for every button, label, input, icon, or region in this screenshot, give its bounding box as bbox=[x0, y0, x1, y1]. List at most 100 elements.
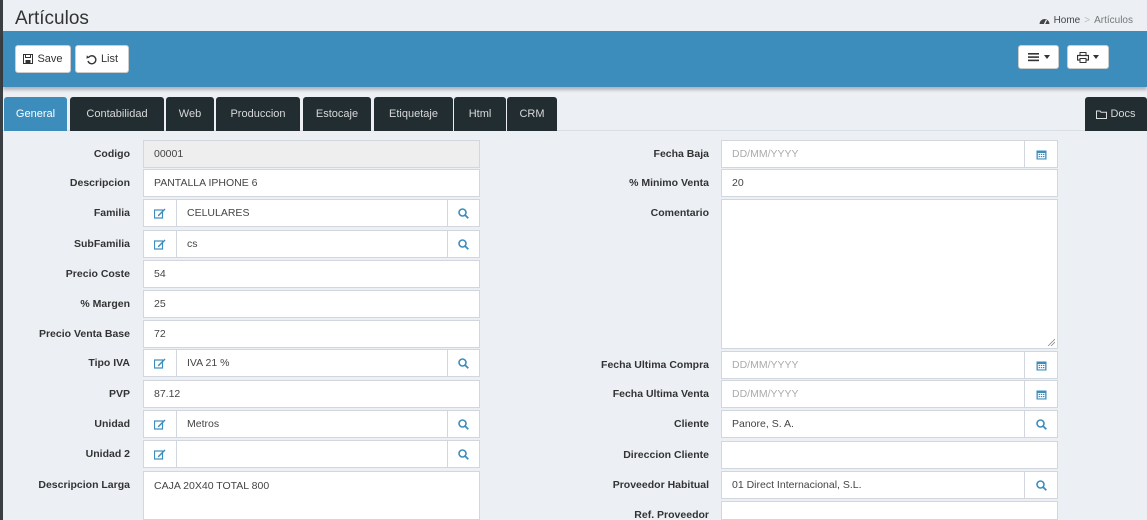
print-dropdown-button[interactable] bbox=[1067, 45, 1109, 69]
resize-grip-icon[interactable] bbox=[1047, 338, 1055, 346]
fecha-baja-calendar-button[interactable] bbox=[1024, 140, 1058, 168]
tab-general[interactable]: General bbox=[4, 97, 67, 131]
descripcion-larga-label: Descripcion Larga bbox=[38, 479, 130, 491]
precio-venta-base-label: Precio Venta Base bbox=[38, 328, 130, 340]
margen-label: % Margen bbox=[80, 298, 130, 310]
tab-etiquetaje[interactable]: Etiquetaje bbox=[374, 97, 453, 131]
edit-icon bbox=[154, 208, 166, 219]
unidad-2-field[interactable] bbox=[176, 440, 448, 468]
print-icon bbox=[1077, 51, 1089, 63]
edit-icon bbox=[154, 358, 166, 369]
precio-venta-base-field[interactable]: 72 bbox=[143, 320, 480, 348]
docs-label: Docs bbox=[1110, 108, 1136, 120]
search-icon bbox=[1035, 418, 1047, 430]
edit-icon bbox=[154, 239, 166, 250]
familia-field[interactable]: CELULARES bbox=[176, 199, 448, 227]
unidad-edit-button[interactable] bbox=[143, 410, 177, 438]
comentario-label: Comentario bbox=[650, 207, 709, 219]
comentario-textarea[interactable] bbox=[721, 199, 1058, 349]
fecha-ultima-compra-label: Fecha Ultima Compra bbox=[601, 359, 709, 371]
proveedor-habitual-label: Proveedor Habitual bbox=[612, 479, 709, 491]
folder-icon bbox=[1096, 110, 1108, 119]
list-menu-icon bbox=[1027, 53, 1039, 62]
fecha-ultima-venta-label: Fecha Ultima Venta bbox=[612, 388, 709, 400]
save-icon bbox=[23, 54, 34, 64]
tipo-iva-edit-button[interactable] bbox=[143, 349, 177, 377]
ref-proveedor-label: Ref. Proveedor bbox=[634, 509, 709, 520]
fecha-ultima-venta-field[interactable]: DD/MM/YYYY bbox=[721, 380, 1026, 408]
fecha-ultima-compra-calendar-button[interactable] bbox=[1024, 351, 1058, 379]
minimo-venta-label: % Minimo Venta bbox=[629, 177, 709, 189]
undo-icon bbox=[86, 54, 97, 64]
codigo-field[interactable]: 00001 bbox=[143, 140, 480, 168]
tipo-iva-label: Tipo IVA bbox=[88, 357, 130, 369]
save-button[interactable]: Save bbox=[15, 45, 71, 73]
fecha-baja-label: Fecha Baja bbox=[653, 148, 709, 160]
cliente-search-button[interactable] bbox=[1024, 410, 1058, 438]
descripcion-field[interactable]: PANTALLA IPHONE 6 bbox=[143, 169, 480, 197]
descripcion-larga-textarea[interactable]: CAJA 20X40 TOTAL 800 bbox=[143, 471, 480, 520]
breadcrumb-current: Artículos bbox=[1094, 15, 1133, 26]
subfamilia-edit-button[interactable] bbox=[143, 230, 177, 258]
tipo-iva-search-button[interactable] bbox=[447, 349, 480, 377]
search-icon bbox=[458, 418, 469, 430]
menu-dropdown-button[interactable] bbox=[1018, 45, 1059, 69]
calendar-icon bbox=[1036, 361, 1046, 370]
fecha-ultima-venta-placeholder: DD/MM/YYYY bbox=[732, 388, 799, 400]
fecha-baja-field[interactable]: DD/MM/YYYY bbox=[721, 140, 1026, 168]
subfamilia-label: SubFamilia bbox=[73, 238, 130, 250]
breadcrumb-separator: > bbox=[1084, 15, 1091, 26]
tab-produccion[interactable]: Produccion bbox=[216, 97, 300, 131]
cliente-field[interactable]: Panore, S. A. bbox=[721, 410, 1026, 438]
familia-edit-button[interactable] bbox=[143, 199, 177, 227]
breadcrumb-home[interactable]: Home bbox=[1054, 15, 1081, 26]
ref-proveedor-field[interactable] bbox=[721, 501, 1058, 520]
subfamilia-search-button[interactable] bbox=[447, 230, 480, 258]
tab-web[interactable]: Web bbox=[166, 97, 214, 131]
caret-down-icon bbox=[1093, 55, 1099, 59]
subfamilia-field[interactable]: cs bbox=[176, 230, 448, 258]
tab-crm[interactable]: CRM bbox=[507, 97, 557, 131]
minimo-venta-field[interactable]: 20 bbox=[721, 169, 1058, 197]
unidad-2-search-button[interactable] bbox=[447, 440, 480, 468]
proveedor-habitual-field[interactable]: 01 Direct Internacional, S.L. bbox=[721, 471, 1026, 499]
search-icon bbox=[458, 238, 469, 250]
unidad-label: Unidad bbox=[94, 418, 130, 430]
content-header: Artículos Home > Artículos bbox=[3, 0, 1147, 31]
familia-label: Familia bbox=[93, 207, 130, 219]
descripcion-label: Descripcion bbox=[69, 177, 130, 189]
direccion-cliente-field[interactable] bbox=[721, 441, 1058, 469]
proveedor-habitual-search-button[interactable] bbox=[1024, 471, 1058, 499]
tab-html[interactable]: Html bbox=[454, 97, 506, 131]
fecha-ultima-compra-field[interactable]: DD/MM/YYYY bbox=[721, 351, 1026, 379]
tab-estocaje[interactable]: Estocaje bbox=[303, 97, 371, 131]
tipo-iva-field[interactable]: IVA 21 % bbox=[176, 349, 448, 377]
caret-down-icon bbox=[1043, 55, 1050, 59]
unidad-field[interactable]: Metros bbox=[176, 410, 448, 438]
edit-icon bbox=[154, 419, 166, 430]
calendar-icon bbox=[1036, 390, 1046, 399]
margen-field[interactable]: 25 bbox=[143, 290, 480, 318]
search-icon bbox=[458, 357, 469, 369]
tab-contabilidad[interactable]: Contabilidad bbox=[70, 97, 164, 131]
calendar-icon bbox=[1036, 150, 1046, 159]
unidad-2-edit-button[interactable] bbox=[143, 440, 177, 468]
search-icon bbox=[458, 448, 469, 460]
edit-icon bbox=[154, 449, 166, 460]
pvp-label: PVP bbox=[108, 388, 130, 400]
search-icon bbox=[1035, 479, 1047, 491]
save-label: Save bbox=[37, 53, 63, 65]
breadcrumb: Home > Artículos bbox=[1039, 15, 1133, 26]
codigo-label: Codigo bbox=[93, 148, 130, 160]
list-label: List bbox=[100, 53, 119, 65]
unidad-2-label: Unidad 2 bbox=[85, 448, 130, 460]
list-button[interactable]: List bbox=[75, 45, 129, 73]
fecha-ultima-venta-calendar-button[interactable] bbox=[1024, 380, 1058, 408]
cliente-label: Cliente bbox=[673, 418, 709, 430]
page-title: Artículos bbox=[15, 8, 89, 29]
unidad-search-button[interactable] bbox=[447, 410, 480, 438]
familia-search-button[interactable] bbox=[447, 199, 480, 227]
precio-coste-field[interactable]: 54 bbox=[143, 260, 480, 288]
docs-button[interactable]: Docs bbox=[1085, 97, 1147, 131]
pvp-field[interactable]: 87.12 bbox=[143, 380, 480, 408]
